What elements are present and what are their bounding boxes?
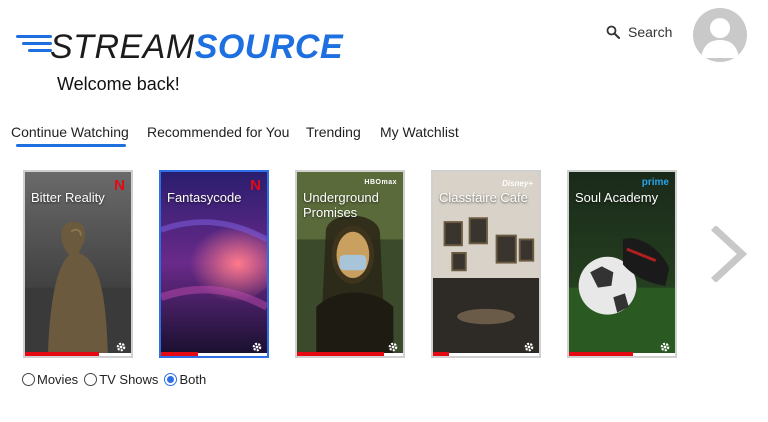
gear-icon[interactable]: [659, 341, 671, 353]
watch-progress-bar: [25, 352, 100, 356]
tab-continue-watching[interactable]: Continue Watching: [11, 124, 129, 140]
gear-icon[interactable]: [523, 341, 535, 353]
tab-trending[interactable]: Trending: [306, 124, 361, 140]
watch-progress-bar: [161, 352, 199, 356]
content-type-filter: Movies TV Shows Both: [22, 372, 212, 387]
filter-label: Both: [179, 372, 207, 387]
chevron-right-icon[interactable]: [708, 226, 748, 282]
filter-tv-shows[interactable]: TV Shows: [84, 372, 158, 387]
netflix-logo-icon: N: [114, 177, 125, 194]
gear-icon[interactable]: [251, 341, 263, 353]
radio-button[interactable]: [22, 373, 35, 386]
tab-recommended-for-you[interactable]: Recommended for You: [147, 124, 289, 140]
user-avatar-button[interactable]: [693, 8, 747, 62]
prime-logo-icon: prime: [641, 177, 669, 188]
media-card-soul-academy[interactable]: Soul Academy prime: [567, 170, 677, 358]
disney-plus-logo-icon: Disney+: [502, 179, 533, 188]
logo-text-stream: STREAM: [50, 27, 195, 66]
watch-progress-bar: [569, 352, 633, 356]
logo-text-source: SOURCE: [194, 27, 344, 66]
watch-progress-bar: [433, 352, 449, 356]
netflix-logo-icon: N: [250, 177, 261, 194]
filter-label: TV Shows: [99, 372, 159, 387]
media-card-bitter-reality[interactable]: Bitter Reality N: [23, 170, 133, 358]
gear-icon[interactable]: [387, 341, 399, 353]
radio-button[interactable]: [84, 373, 98, 386]
card-title: Fantasycode: [167, 190, 242, 205]
card-title: Bitter Reality: [31, 190, 105, 205]
media-card-underground-promises[interactable]: Underground Promises HBOmax: [295, 170, 405, 358]
watch-progress-bar: [297, 352, 384, 356]
card-title: Classfaire Cafe: [439, 190, 528, 205]
media-card-fantasycode[interactable]: Fantasycode N: [159, 170, 269, 358]
hbomax-logo-icon: HBOmax: [364, 179, 397, 186]
card-title: Soul Academy: [575, 190, 659, 205]
welcome-message: Welcome back!: [57, 74, 180, 94]
speed-lines-icon: [14, 32, 52, 62]
tab-my-watchlist[interactable]: My Watchlist: [380, 124, 459, 140]
filter-movies[interactable]: Movies: [22, 372, 78, 387]
filter-label: Movies: [37, 372, 79, 387]
filter-both[interactable]: Both: [164, 372, 206, 387]
radio-button-selected[interactable]: [164, 373, 178, 386]
card-title: Underground Promises: [303, 190, 379, 220]
search-button[interactable]: Search: [606, 24, 672, 40]
app-logo: STREAMSOURCE: [14, 28, 343, 66]
search-label: Search: [628, 24, 673, 40]
search-icon: [606, 25, 620, 39]
gear-icon[interactable]: [115, 341, 127, 353]
active-tab-indicator: [16, 144, 126, 147]
user-avatar-icon: [701, 18, 739, 58]
media-card-classfaire-cafe[interactable]: Classfaire Cafe Disney+: [431, 170, 541, 358]
